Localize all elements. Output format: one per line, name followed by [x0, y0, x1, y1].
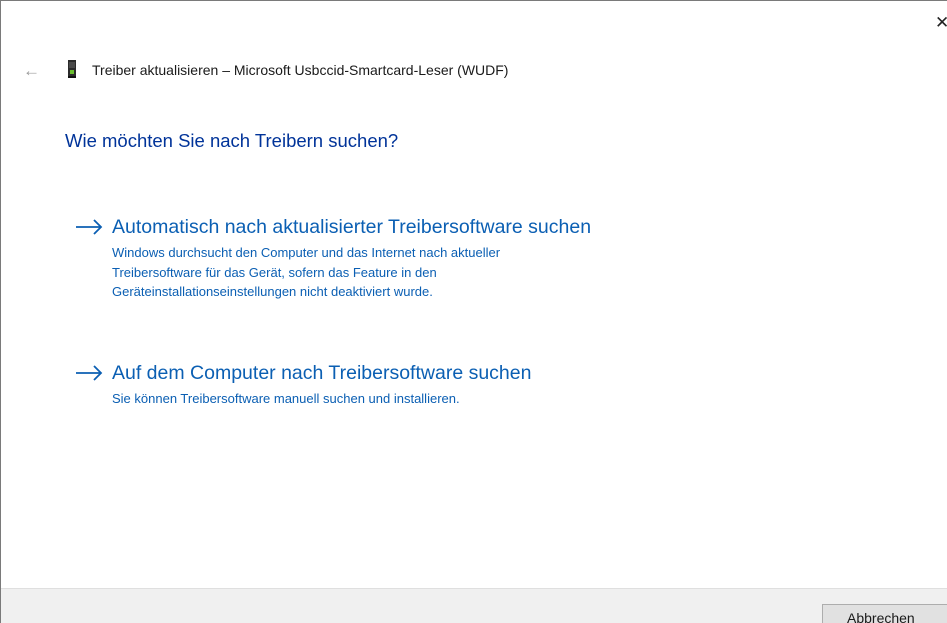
- smartcard-reader-device-icon: [68, 60, 76, 78]
- right-arrow-icon: [76, 365, 103, 381]
- back-arrow-icon[interactable]: ←: [23, 61, 43, 81]
- option-description: Windows durchsucht den Computer und das …: [112, 243, 500, 302]
- option-description-line: Treibersoftware für das Gerät, sofern da…: [112, 264, 437, 280]
- update-driver-dialog: ✕ ← Treiber aktualisieren – Microsoft Us…: [0, 0, 947, 623]
- dialog-footer: [1, 588, 947, 623]
- option-title[interactable]: Auf dem Computer nach Treibersoftware su…: [112, 361, 531, 385]
- option-description: Sie können Treibersoftware manuell suche…: [112, 389, 460, 409]
- dialog-title: Treiber aktualisieren – Microsoft Usbcci…: [92, 62, 509, 78]
- right-arrow-icon: [76, 219, 103, 235]
- page-heading: Wie möchten Sie nach Treibern suchen?: [65, 130, 399, 151]
- option-description-line: Geräteinstallationseinstellungen nicht d…: [112, 284, 433, 299]
- close-icon[interactable]: ✕: [935, 14, 947, 31]
- option-description-line: Windows durchsucht den Computer und das …: [112, 245, 501, 260]
- option-description-line: Sie können Treibersoftware manuell suche…: [112, 391, 460, 406]
- option-title[interactable]: Automatisch nach aktualisierter Treibers…: [112, 215, 591, 239]
- cancel-button[interactable]: Abbrechen: [822, 604, 947, 623]
